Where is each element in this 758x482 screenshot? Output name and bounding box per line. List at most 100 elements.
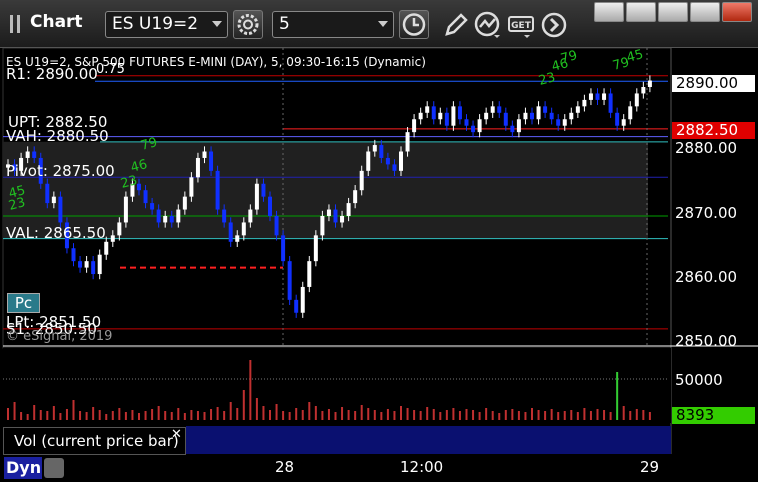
- link-window-button[interactable]: [594, 2, 624, 22]
- candle-body: [320, 216, 325, 236]
- symbol-input[interactable]: ES U19=2: [105, 11, 228, 38]
- svg-text:GET: GET: [511, 21, 532, 31]
- candle-body: [222, 209, 227, 223]
- pencil-icon[interactable]: [442, 11, 470, 39]
- candle-body: [195, 157, 200, 178]
- volume-bar: [458, 411, 461, 420]
- candle-body: [359, 170, 364, 191]
- volume-bar: [308, 402, 311, 420]
- volume-bar: [72, 400, 75, 420]
- candle-body: [78, 261, 83, 268]
- minimize-button[interactable]: [658, 2, 688, 22]
- close-button[interactable]: [722, 2, 752, 22]
- candle-body: [117, 222, 122, 236]
- interval-select[interactable]: 5: [272, 11, 394, 38]
- candle-body: [471, 125, 476, 133]
- candle-body: [313, 235, 318, 262]
- chevron-down-icon[interactable]: [378, 21, 388, 27]
- volume-bar: [52, 406, 55, 420]
- candle-body: [523, 112, 528, 120]
- volume-bar: [400, 406, 402, 420]
- candle-body: [490, 106, 495, 113]
- candle-body: [241, 222, 246, 236]
- get-icon[interactable]: GET: [507, 11, 535, 39]
- volume-bar: [537, 410, 540, 420]
- volume-bar: [118, 408, 121, 420]
- candle-body: [176, 209, 181, 223]
- volume-bar: [616, 372, 619, 420]
- next-icon[interactable]: [540, 11, 568, 39]
- volume-panel-label[interactable]: Vol (current price bar): [3, 427, 186, 455]
- candle-body: [418, 112, 423, 120]
- volume-bar: [373, 410, 376, 420]
- candle-body: [575, 106, 580, 113]
- volume-bar: [367, 408, 370, 420]
- vah-label: VAH: 2880.50: [6, 127, 109, 145]
- candle-body: [202, 151, 207, 158]
- volume-current-tag: 8393: [672, 407, 755, 424]
- volume-bar: [183, 413, 186, 420]
- volume-bar: [210, 409, 213, 420]
- close-icon[interactable]: ✕: [171, 427, 182, 442]
- candle-body: [333, 209, 338, 223]
- title-bar: Chart ES U19=2 5 GET: [0, 0, 758, 48]
- tile-window-button[interactable]: [626, 2, 656, 22]
- candle-body: [84, 261, 89, 268]
- line-study-icon[interactable]: [474, 11, 502, 39]
- volume-bar: [20, 412, 23, 420]
- volume-bar: [236, 408, 239, 420]
- candle-body: [326, 209, 331, 216]
- volume-bar: [419, 411, 422, 420]
- candle-body: [379, 145, 384, 158]
- volume-bar: [275, 404, 278, 420]
- candle-body: [340, 216, 345, 223]
- candle-body: [647, 80, 652, 87]
- volume-bar: [223, 411, 226, 420]
- symbol-value: ES U19=2: [112, 14, 199, 34]
- candle-body: [457, 106, 462, 120]
- candle-body: [431, 106, 436, 120]
- pivot-label: Pivot: 2875.00: [6, 162, 115, 180]
- last-price-tag: 2890.00: [672, 75, 755, 92]
- volume-bar: [445, 410, 448, 420]
- volume-bar: [386, 409, 389, 420]
- candle-body: [385, 157, 390, 165]
- volume-bar: [413, 410, 416, 420]
- candle-body: [503, 112, 508, 126]
- candle-body: [274, 216, 279, 236]
- chart-area[interactable]: 79 46 23 45 79 79 46 23 45 23: [0, 48, 758, 482]
- volume-footer-band: [186, 426, 671, 454]
- volume-bar: [33, 405, 36, 420]
- pc-button[interactable]: Pc: [7, 293, 40, 313]
- chevron-down-icon[interactable]: [212, 21, 222, 27]
- volume-bar: [321, 411, 324, 420]
- volume-bar: [472, 410, 475, 420]
- candle-body: [477, 119, 482, 133]
- candle-body: [97, 254, 102, 275]
- volume-bar: [249, 360, 252, 420]
- dyn-button[interactable]: Dyn: [4, 457, 42, 479]
- volume-axis-label: 50000: [675, 371, 723, 389]
- candle-body: [25, 151, 30, 158]
- candle-body: [58, 196, 63, 223]
- candle-body: [346, 203, 351, 216]
- drag-grip-icon[interactable]: [10, 15, 20, 33]
- volume-bar: [465, 409, 468, 420]
- candle-body: [287, 261, 292, 300]
- candle-body: [32, 151, 37, 158]
- maximize-button[interactable]: [690, 2, 720, 22]
- volume-bar: [406, 408, 409, 420]
- time-axis-label: 12:00: [400, 458, 444, 476]
- candle-body: [104, 241, 109, 255]
- volume-bar: [603, 410, 606, 420]
- volume-bar: [393, 411, 396, 420]
- candle-body: [615, 112, 620, 126]
- time-button[interactable]: [399, 10, 429, 39]
- volume-bar: [491, 411, 494, 420]
- lock-icon[interactable]: [44, 458, 64, 478]
- settings-button[interactable]: [233, 10, 263, 39]
- price-chart[interactable]: 79462345797946234523: [0, 48, 758, 482]
- volume-bar: [262, 406, 265, 420]
- r1-label-tail: 0.75: [96, 62, 125, 77]
- gear-icon: [237, 14, 259, 35]
